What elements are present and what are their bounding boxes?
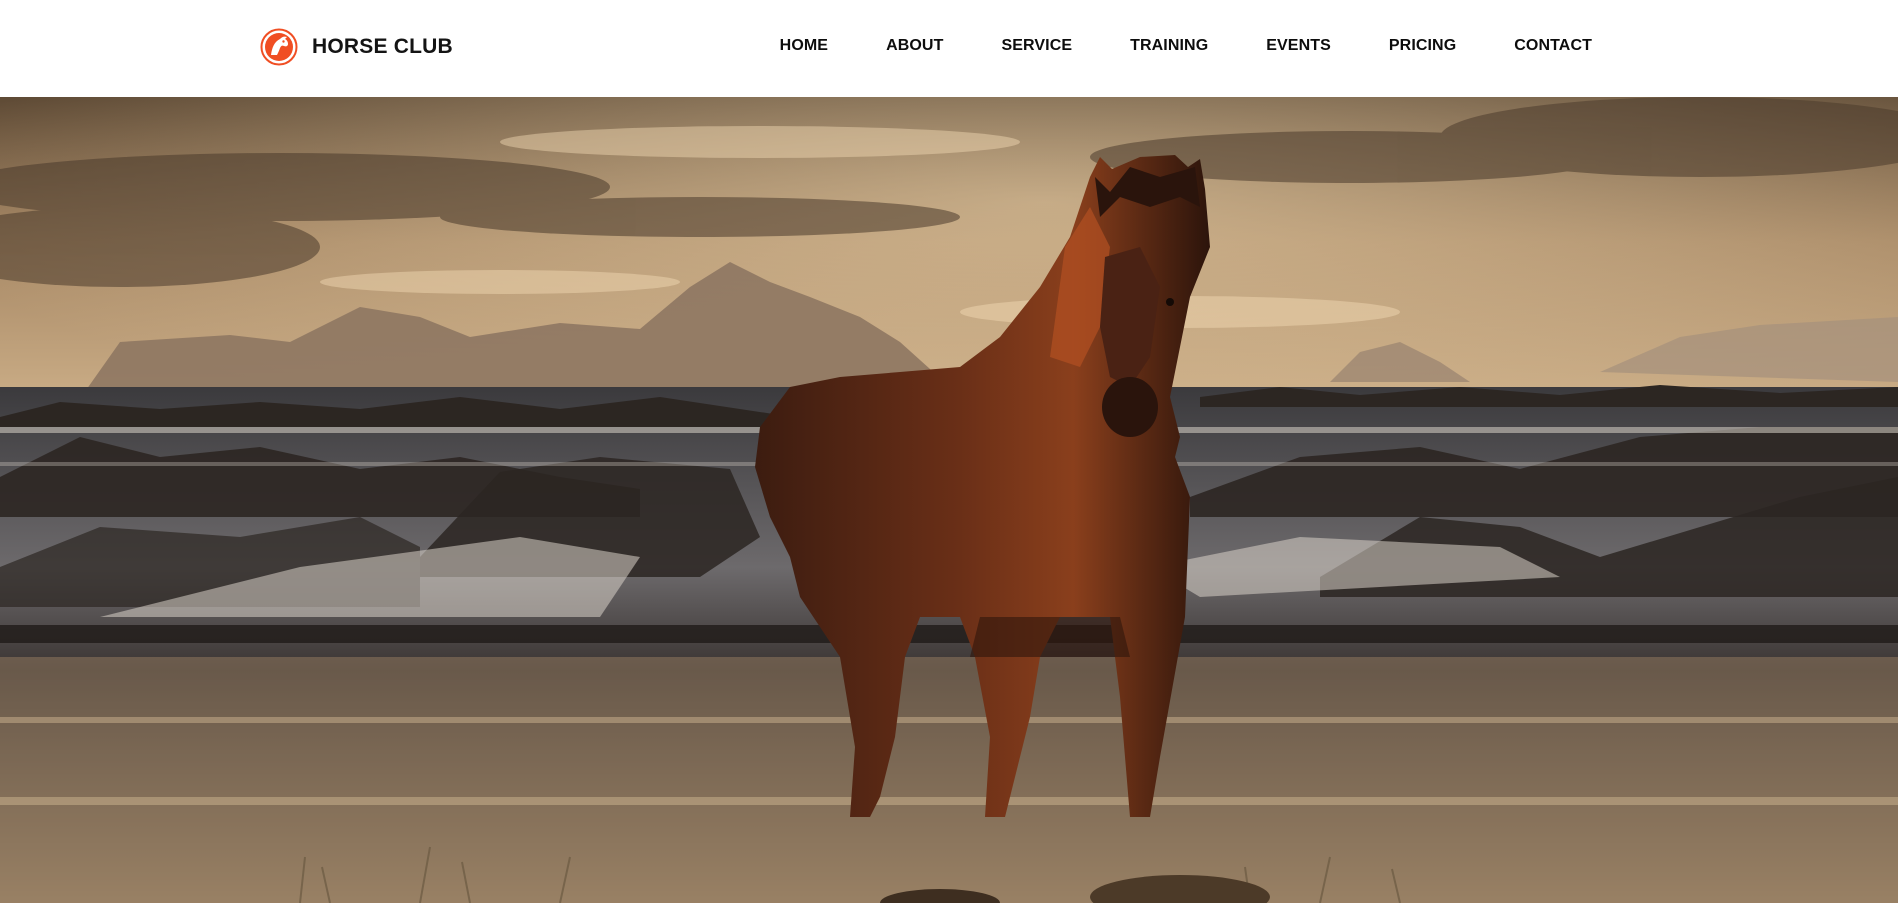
nav-link-about[interactable]: ABOUT [886,36,943,56]
nav-item: TRAINING [1130,36,1208,56]
nav-link-home[interactable]: HOME [780,36,828,56]
main-nav: HOME ABOUT SERVICE TRAINING EVENTS PRICI… [780,36,1592,56]
nav-item: ABOUT [886,36,943,56]
hero-section [0,97,1898,903]
nav-link-contact[interactable]: CONTACT [1514,36,1592,56]
nav-item: HOME [780,36,828,56]
nav-link-service[interactable]: SERVICE [1001,36,1072,56]
horse-head-icon [260,28,298,66]
nav-item: EVENTS [1266,36,1331,56]
brand-name: HORSE CLUB [312,35,453,58]
brand-link[interactable]: HORSE CLUB [260,28,453,66]
nav-item: SERVICE [1001,36,1072,56]
site-header: HORSE CLUB HOME ABOUT SERVICE TRAINING E… [0,0,1898,97]
nav-link-training[interactable]: TRAINING [1130,36,1208,56]
hero-image [0,97,1898,903]
nav-item: CONTACT [1514,36,1592,56]
nav-link-pricing[interactable]: PRICING [1389,36,1456,56]
nav-link-events[interactable]: EVENTS [1266,36,1331,56]
nav-item: PRICING [1389,36,1456,56]
